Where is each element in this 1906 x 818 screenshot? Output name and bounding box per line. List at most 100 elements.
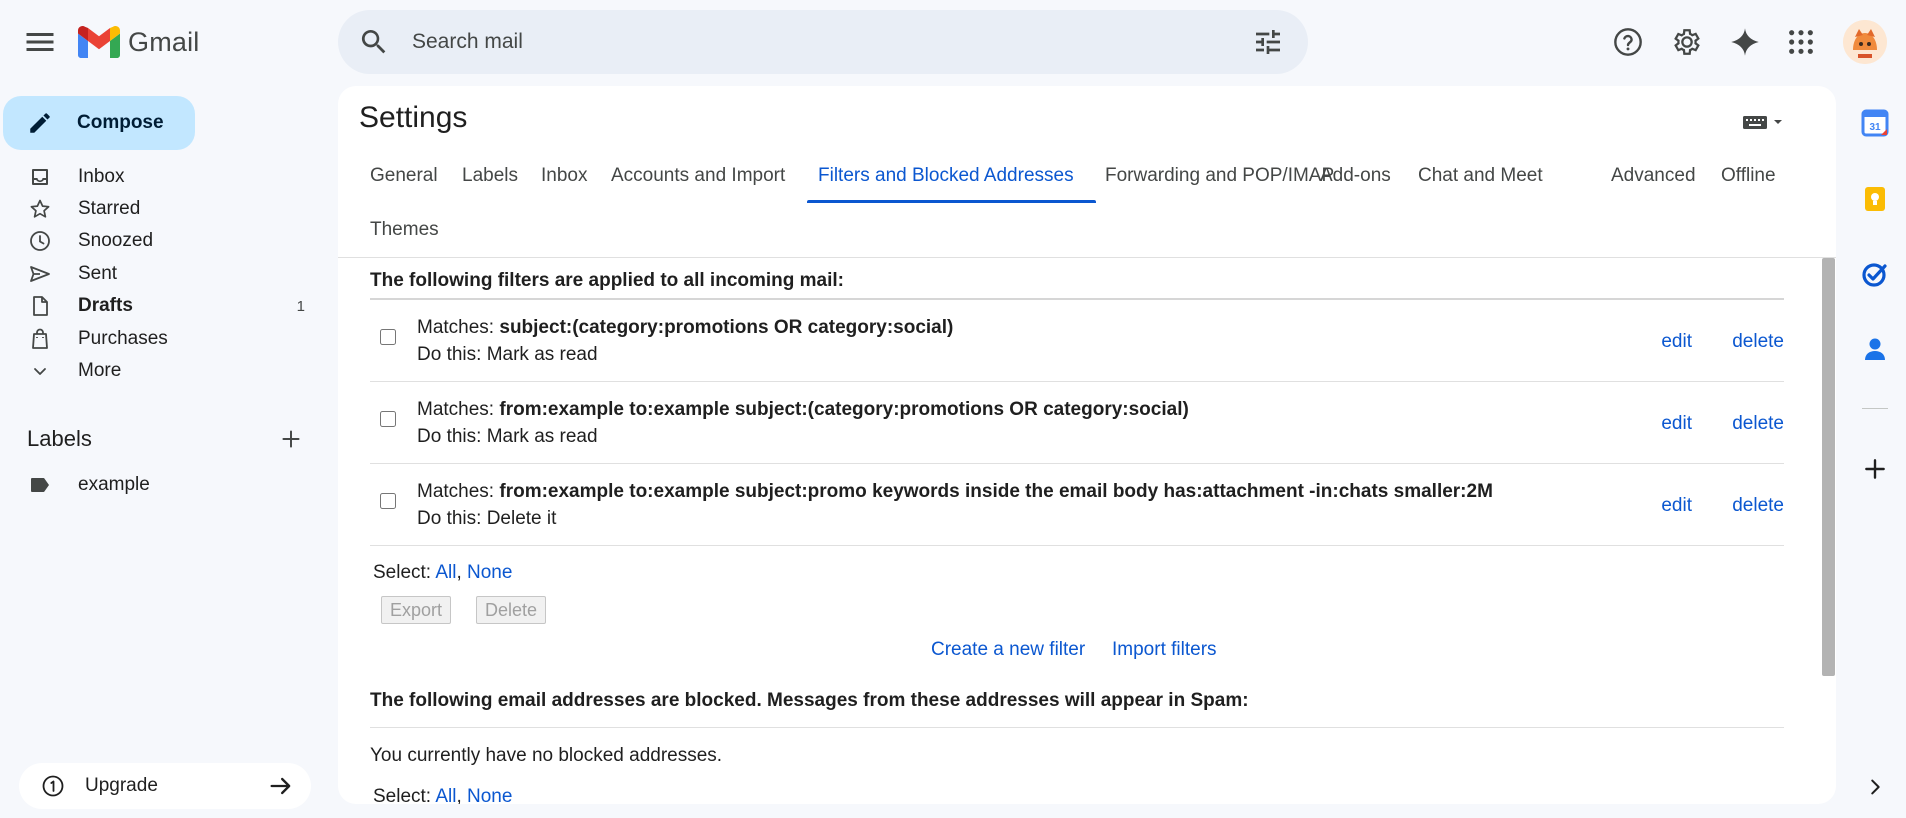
blocked-select-controls: Select: All, None (373, 786, 512, 804)
filter-row: Matches: subject:(category:promotions OR… (370, 300, 1784, 381)
filter-checkbox[interactable] (380, 329, 396, 345)
delete-filter-link[interactable]: delete (1732, 331, 1784, 353)
search-options-icon[interactable] (1252, 26, 1284, 58)
draft-icon (33, 296, 48, 316)
delete-button[interactable]: Delete (476, 596, 547, 624)
nav-item-inbox[interactable]: Inbox (0, 161, 320, 193)
select-separator: , (456, 786, 468, 804)
keep-button[interactable] (1858, 182, 1892, 216)
nav-label: Starred (78, 198, 141, 219)
arrow-right-icon (270, 777, 291, 795)
settings-button[interactable] (1667, 22, 1707, 62)
tab-general[interactable]: General (370, 165, 438, 187)
filter-matches: Matches: from:example to:example subject… (417, 399, 1189, 421)
nav-item-snoozed[interactable]: Snoozed (0, 225, 320, 257)
nav-label: Inbox (78, 166, 125, 187)
pencil-icon (30, 113, 50, 133)
tab-offline[interactable]: Offline (1721, 165, 1776, 187)
select-prefix: Select: (373, 562, 436, 583)
search-bar (338, 10, 1308, 74)
filter-checkbox[interactable] (380, 411, 396, 427)
gemini-button[interactable] (1725, 22, 1765, 62)
filter-checkbox[interactable] (380, 493, 396, 509)
blocked-heading: The following email addresses are blocke… (370, 690, 1249, 711)
inbox-icon (32, 169, 48, 185)
nav-item-purchases[interactable]: Purchases (0, 323, 320, 355)
select-prefix: Select: (373, 786, 436, 804)
tab-labels[interactable]: Labels (462, 165, 518, 187)
filter-matches: Matches: from:example to:example subject… (417, 481, 1493, 503)
account-avatar[interactable] (1843, 20, 1887, 64)
side-panel-divider (1862, 408, 1888, 409)
nav-item-more[interactable]: More (0, 355, 320, 387)
tasks-icon (1862, 263, 1887, 287)
filter-criteria: from:example to:example subject:(categor… (499, 399, 1189, 420)
tab-inbox[interactable]: Inbox (541, 165, 587, 187)
tab-add-ons[interactable]: Add-ons (1320, 165, 1391, 187)
filter-criteria: from:example to:example subject:promo ke… (499, 481, 1493, 502)
send-icon (30, 266, 50, 282)
show-side-panel-button[interactable] (1858, 770, 1892, 804)
settings-panel: Settings General Labels Inbox Accounts a… (338, 86, 1836, 804)
search-icon[interactable] (358, 26, 390, 58)
main-menu-button[interactable] (22, 24, 58, 60)
compose-button[interactable]: Compose (3, 96, 195, 150)
select-all-link[interactable]: All (435, 786, 456, 804)
label-item-example[interactable]: example (0, 469, 320, 501)
select-none-link[interactable]: None (467, 786, 512, 804)
settings-content: The following filters are applied to all… (338, 258, 1822, 804)
shopping-bag-icon (32, 328, 48, 349)
edit-filter-link[interactable]: edit (1661, 413, 1692, 435)
filter-row: Matches: from:example to:example subject… (370, 464, 1784, 545)
filter-action: Do this: Delete it (417, 508, 557, 529)
matches-label: Matches: (417, 481, 500, 502)
gear-icon (1674, 29, 1700, 55)
create-filter-link[interactable]: Create a new filter (931, 639, 1085, 661)
chevron-right-icon (1871, 779, 1880, 795)
nav-item-starred[interactable]: Starred (0, 193, 320, 225)
edit-filter-link[interactable]: edit (1661, 495, 1692, 517)
drafts-count: 1 (296, 297, 305, 315)
upgrade-badge-icon (42, 775, 64, 797)
filter-action: Do this: Mark as read (417, 426, 598, 447)
nav-item-sent[interactable]: Sent (0, 258, 320, 290)
contacts-button[interactable] (1858, 332, 1892, 366)
input-tools-button[interactable] (1741, 110, 1789, 134)
delete-filter-link[interactable]: delete (1732, 495, 1784, 517)
add-icon (1865, 459, 1885, 479)
filter-action: Do this: Mark as read (417, 344, 598, 365)
select-all-link[interactable]: All (435, 562, 456, 583)
export-button[interactable]: Export (381, 596, 452, 624)
app-name: Gmail (128, 26, 200, 57)
nav-item-drafts[interactable]: Drafts 1 (0, 290, 320, 322)
get-add-ons-button[interactable] (1858, 452, 1892, 486)
upgrade-button[interactable]: Upgrade (19, 763, 311, 809)
tab-advanced[interactable]: Advanced (1611, 165, 1696, 187)
contacts-icon (1865, 338, 1885, 360)
nav-label: Drafts (78, 295, 133, 316)
support-button[interactable] (1608, 22, 1648, 62)
matches-label: Matches: (417, 399, 500, 420)
add-label-icon[interactable] (278, 426, 304, 452)
scrollbar-thumb[interactable] (1822, 258, 1835, 676)
gmail-logo[interactable]: Gmail (78, 24, 200, 60)
tab-forwarding-and-pop-imap[interactable]: Forwarding and POP/IMAP (1105, 165, 1334, 187)
import-filters-link[interactable]: Import filters (1112, 639, 1217, 661)
delete-filter-link[interactable]: delete (1732, 413, 1784, 435)
nav-label: Sent (78, 263, 118, 284)
divider (370, 545, 1784, 546)
edit-filter-link[interactable]: edit (1661, 331, 1692, 353)
search-input[interactable] (410, 29, 1194, 55)
calendar-button[interactable]: 31 (1858, 106, 1892, 140)
labels-heading: Labels (27, 426, 92, 451)
tasks-button[interactable] (1858, 257, 1892, 291)
hamburger-icon (26, 33, 54, 51)
select-none-link[interactable]: None (467, 562, 512, 583)
nav-label: Purchases (78, 328, 168, 349)
no-blocked-message: You currently have no blocked addresses. (370, 745, 723, 766)
tab-chat-and-meet[interactable]: Chat and Meet (1418, 165, 1543, 187)
google-apps-button[interactable] (1781, 22, 1821, 62)
tab-accounts-and-import[interactable]: Accounts and Import (611, 165, 785, 187)
tab-filters-and-blocked-addresses[interactable]: Filters and Blocked Addresses (818, 165, 1074, 187)
tab-themes[interactable]: Themes (370, 219, 439, 241)
